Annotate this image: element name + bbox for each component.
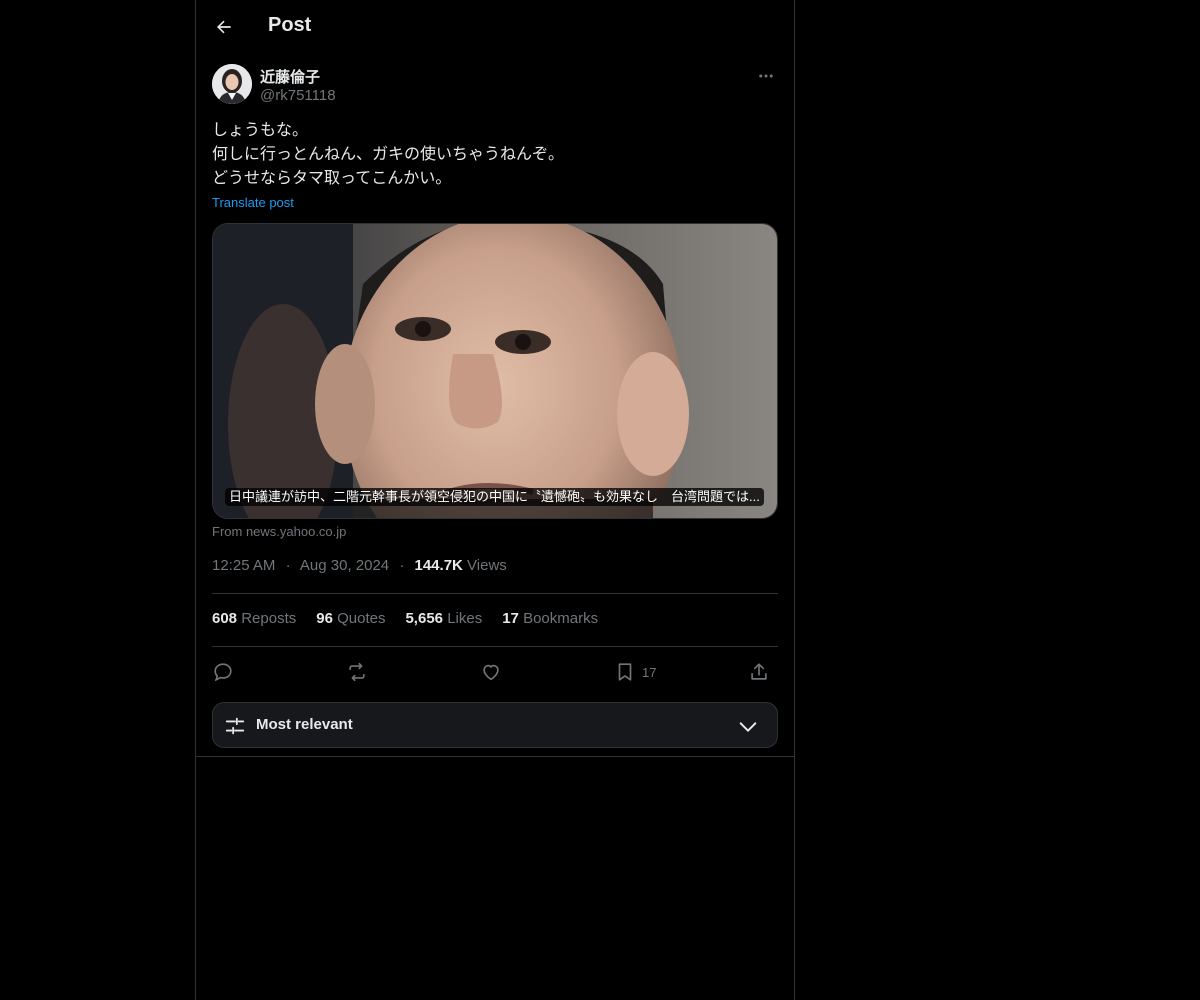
like-button[interactable] (480, 658, 502, 686)
likes-label: Likes (447, 610, 483, 627)
avatar[interactable] (212, 64, 252, 104)
bookmark-icon (618, 663, 632, 681)
reply-button[interactable] (212, 658, 234, 686)
divider (212, 646, 778, 647)
bookmarks-stat[interactable]: 17 Bookmarks (502, 610, 598, 627)
share-button[interactable] (748, 658, 770, 686)
bookmark-count: 17 (642, 664, 657, 680)
likes-stat[interactable]: 5,656 Likes (405, 610, 482, 627)
reposts-count: 608 (212, 610, 238, 627)
card-caption: 日中議連が訪中、二階元幹事長が領空侵犯の中国に〝遺憾砲〟も効果なし 台湾問題では… (225, 488, 764, 506)
meta-separator: · (399, 557, 405, 574)
sort-label: Most relevant (256, 716, 353, 733)
post-text-line: しょうもな。 (212, 122, 309, 139)
reply-sort-dropdown[interactable]: Most relevant (212, 702, 778, 748)
quotes-stat[interactable]: 96 Quotes (316, 610, 385, 627)
post-date[interactable]: Aug 30, 2024 (300, 557, 389, 574)
link-card[interactable]: 日中議連が訪中、二階元幹事長が領空侵犯の中国に〝遺憾砲〟も効果なし 台湾問題では… (212, 223, 778, 519)
author-display-name[interactable]: 近藤倫子 (260, 66, 320, 87)
divider (212, 593, 778, 594)
repost-button[interactable] (346, 658, 368, 686)
main-column: Post 近藤倫子 @rk751118 しょうもな。 何しに行っとんねん、ガキの… (195, 0, 795, 1000)
page-title: Post (268, 14, 312, 36)
repost-icon (349, 662, 365, 682)
card-image (213, 224, 777, 518)
reply-icon (214, 663, 232, 682)
likes-count: 5,656 (405, 610, 444, 627)
meta-separator: · (285, 557, 291, 574)
quotes-label: Quotes (337, 610, 386, 627)
author-handle[interactable]: @rk751118 (260, 87, 336, 104)
heart-icon (483, 664, 499, 681)
page-header: Post (196, 0, 794, 53)
quotes-count: 96 (316, 610, 333, 627)
views-label: Views (467, 557, 507, 574)
translate-post-link[interactable]: Translate post (212, 195, 294, 210)
card-source[interactable]: From news.yahoo.co.jp (212, 524, 346, 539)
post-meta: 12:25 AM · Aug 30, 2024 · 144.7K Views (212, 557, 507, 574)
divider (196, 756, 794, 757)
post-text-line: 何しに行っとんねん、ガキの使いちゃうねんぞ。 (212, 146, 565, 163)
bookmarks-count: 17 (502, 610, 519, 627)
post-text-line: どうせならタマ取ってこんかい。 (212, 170, 452, 187)
post-actions: 17 (212, 658, 778, 686)
share-icon (751, 663, 767, 680)
chevron-down-icon (739, 722, 757, 732)
more-options-button[interactable] (754, 64, 778, 88)
bookmark-button[interactable]: 17 (614, 658, 656, 686)
bookmarks-label: Bookmarks (523, 610, 599, 627)
sliders-icon (225, 717, 245, 735)
post-time[interactable]: 12:25 AM (212, 557, 275, 574)
back-button[interactable] (212, 15, 236, 39)
more-horizontal-icon (759, 74, 773, 78)
reposts-stat[interactable]: 608 Reposts (212, 610, 296, 627)
post-author: 近藤倫子 @rk751118 (212, 64, 778, 108)
post-text: しょうもな。 何しに行っとんねん、ガキの使いちゃうねんぞ。 どうせならタマ取って… (212, 119, 778, 191)
post-stats: 608 Reposts 96 Quotes 5,656 Likes 17 Boo… (212, 610, 598, 627)
views-count: 144.7K (414, 557, 463, 574)
reposts-label: Reposts (241, 610, 297, 627)
arrow-left-icon (217, 20, 231, 34)
